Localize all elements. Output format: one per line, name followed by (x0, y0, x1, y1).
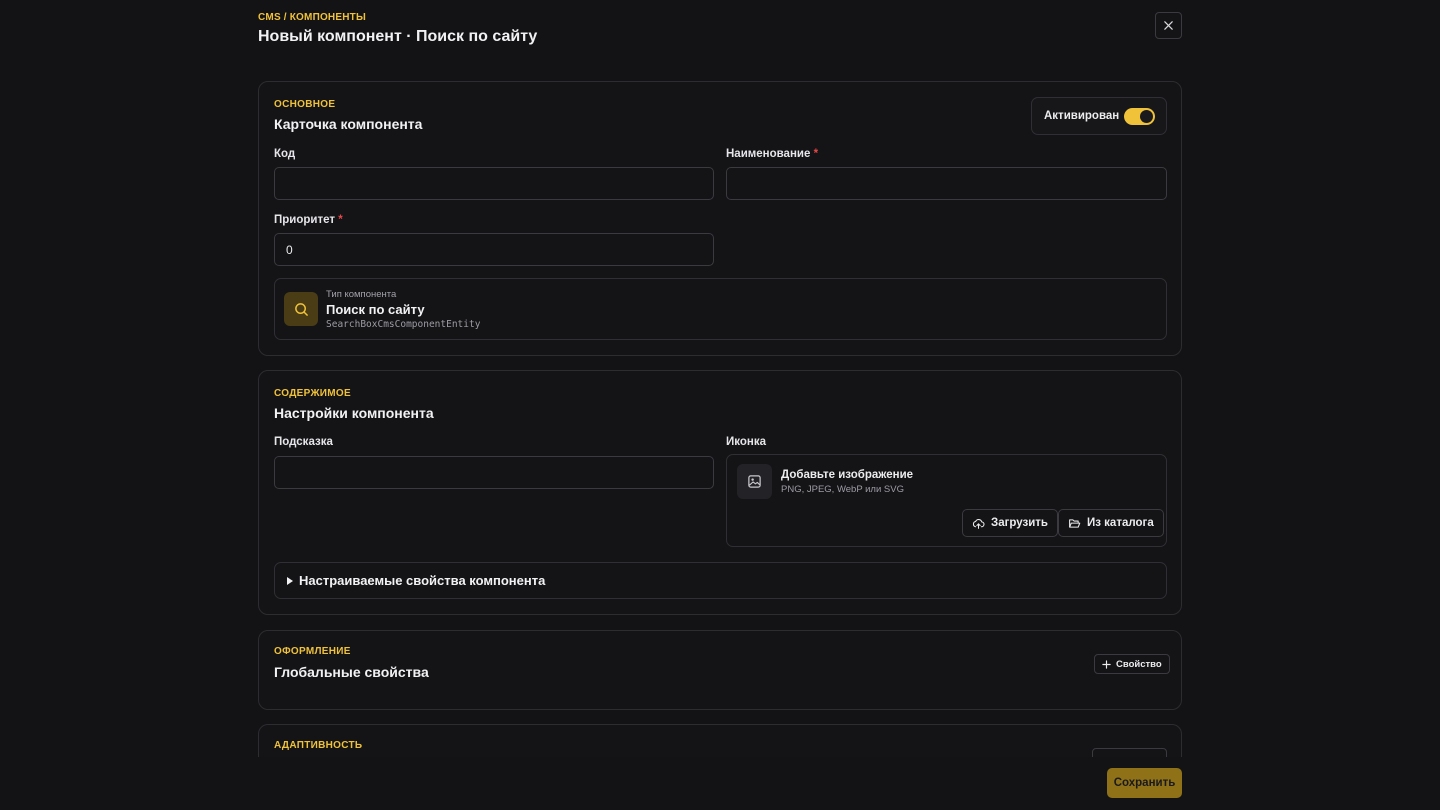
icon-label: Иконка (726, 436, 766, 448)
image-upload-title: Добавьте изображение (781, 469, 914, 481)
page-header: CMS / КОМПОНЕНТЫ Новый компонент · Поиск… (258, 12, 537, 46)
breadcrumb: CMS / КОМПОНЕНТЫ (258, 12, 366, 23)
active-toggle-container[interactable]: Активирован (1031, 97, 1167, 135)
content-section-card: СОДЕРЖИМОЕ Настройки компонента Подсказк… (258, 370, 1182, 615)
search-icon (294, 302, 308, 316)
hint-label: Подсказка (274, 436, 333, 448)
design-section-label: ОФОРМЛЕНИЕ (274, 646, 351, 657)
priority-input[interactable] (274, 233, 714, 266)
component-type-box: Тип компонента Поиск по сайту SearchBoxC… (274, 278, 1167, 340)
image-placeholder (737, 464, 772, 499)
footer-bar (0, 757, 1440, 810)
component-type-class: SearchBoxCmsComponentEntity (326, 319, 481, 330)
upload-button-label: Загрузить (991, 517, 1048, 529)
code-label: Код (274, 148, 296, 160)
custom-properties-toggle[interactable]: Настраиваемые свойства компонента (274, 562, 1167, 599)
adaptive-section-label: АДАПТИВНОСТЬ (274, 740, 363, 751)
component-type-icon-wrap (284, 292, 318, 326)
name-input[interactable] (726, 167, 1167, 200)
basic-section-label: ОСНОВНОЕ (274, 99, 336, 110)
image-upload-formats: PNG, JPEG, WebP или SVG (781, 484, 904, 495)
basic-section-title: Карточка компонента (274, 116, 423, 132)
active-toggle-switch[interactable] (1124, 108, 1155, 125)
component-type-label: Тип компонента (326, 289, 397, 300)
save-button[interactable]: Сохранить (1107, 768, 1182, 798)
hint-input[interactable] (274, 456, 714, 489)
upload-button[interactable]: Загрузить (962, 509, 1058, 537)
add-property-label: Свойство (1116, 658, 1162, 670)
image-upload-box: Добавьте изображение PNG, JPEG, WebP или… (726, 454, 1167, 547)
page-title: Новый компонент · Поиск по сайту (258, 28, 538, 45)
name-label: Наименование * (726, 148, 819, 160)
folder-open-icon (1069, 518, 1081, 528)
code-input[interactable] (274, 167, 714, 200)
custom-properties-label: Настраиваемые свойства компонента (299, 573, 546, 588)
close-button[interactable] (1155, 12, 1182, 39)
basic-section-card: ОСНОВНОЕ Карточка компонента Активирован… (258, 81, 1182, 356)
cloud-upload-icon (972, 518, 985, 529)
adaptive-section-card: АДАПТИВНОСТЬ (258, 724, 1182, 757)
active-toggle-label: Активирован (1044, 110, 1120, 122)
design-section-title: Глобальные свойства (274, 664, 429, 680)
expand-triangle-icon (287, 576, 293, 585)
add-property-button[interactable]: Свойство (1094, 654, 1170, 674)
from-catalog-button-label: Из каталога (1087, 517, 1154, 529)
adaptive-add-button[interactable] (1092, 748, 1167, 757)
component-type-name: Поиск по сайту (326, 302, 425, 317)
design-section-card: ОФОРМЛЕНИЕ Глобальные свойства Свойство (258, 630, 1182, 710)
plus-icon (1102, 659, 1111, 669)
toggle-knob (1140, 110, 1153, 123)
content-section-label: СОДЕРЖИМОЕ (274, 388, 351, 399)
close-icon (1164, 21, 1173, 30)
from-catalog-button[interactable]: Из каталога (1058, 509, 1164, 537)
priority-label: Приоритет * (274, 214, 343, 226)
content-section-title: Настройки компонента (274, 405, 434, 421)
required-mark: * (338, 214, 343, 226)
required-mark: * (813, 148, 819, 160)
form-scroll-area[interactable]: CMS / КОМПОНЕНТЫ Новый компонент · Поиск… (0, 0, 1440, 757)
image-icon (748, 475, 761, 488)
